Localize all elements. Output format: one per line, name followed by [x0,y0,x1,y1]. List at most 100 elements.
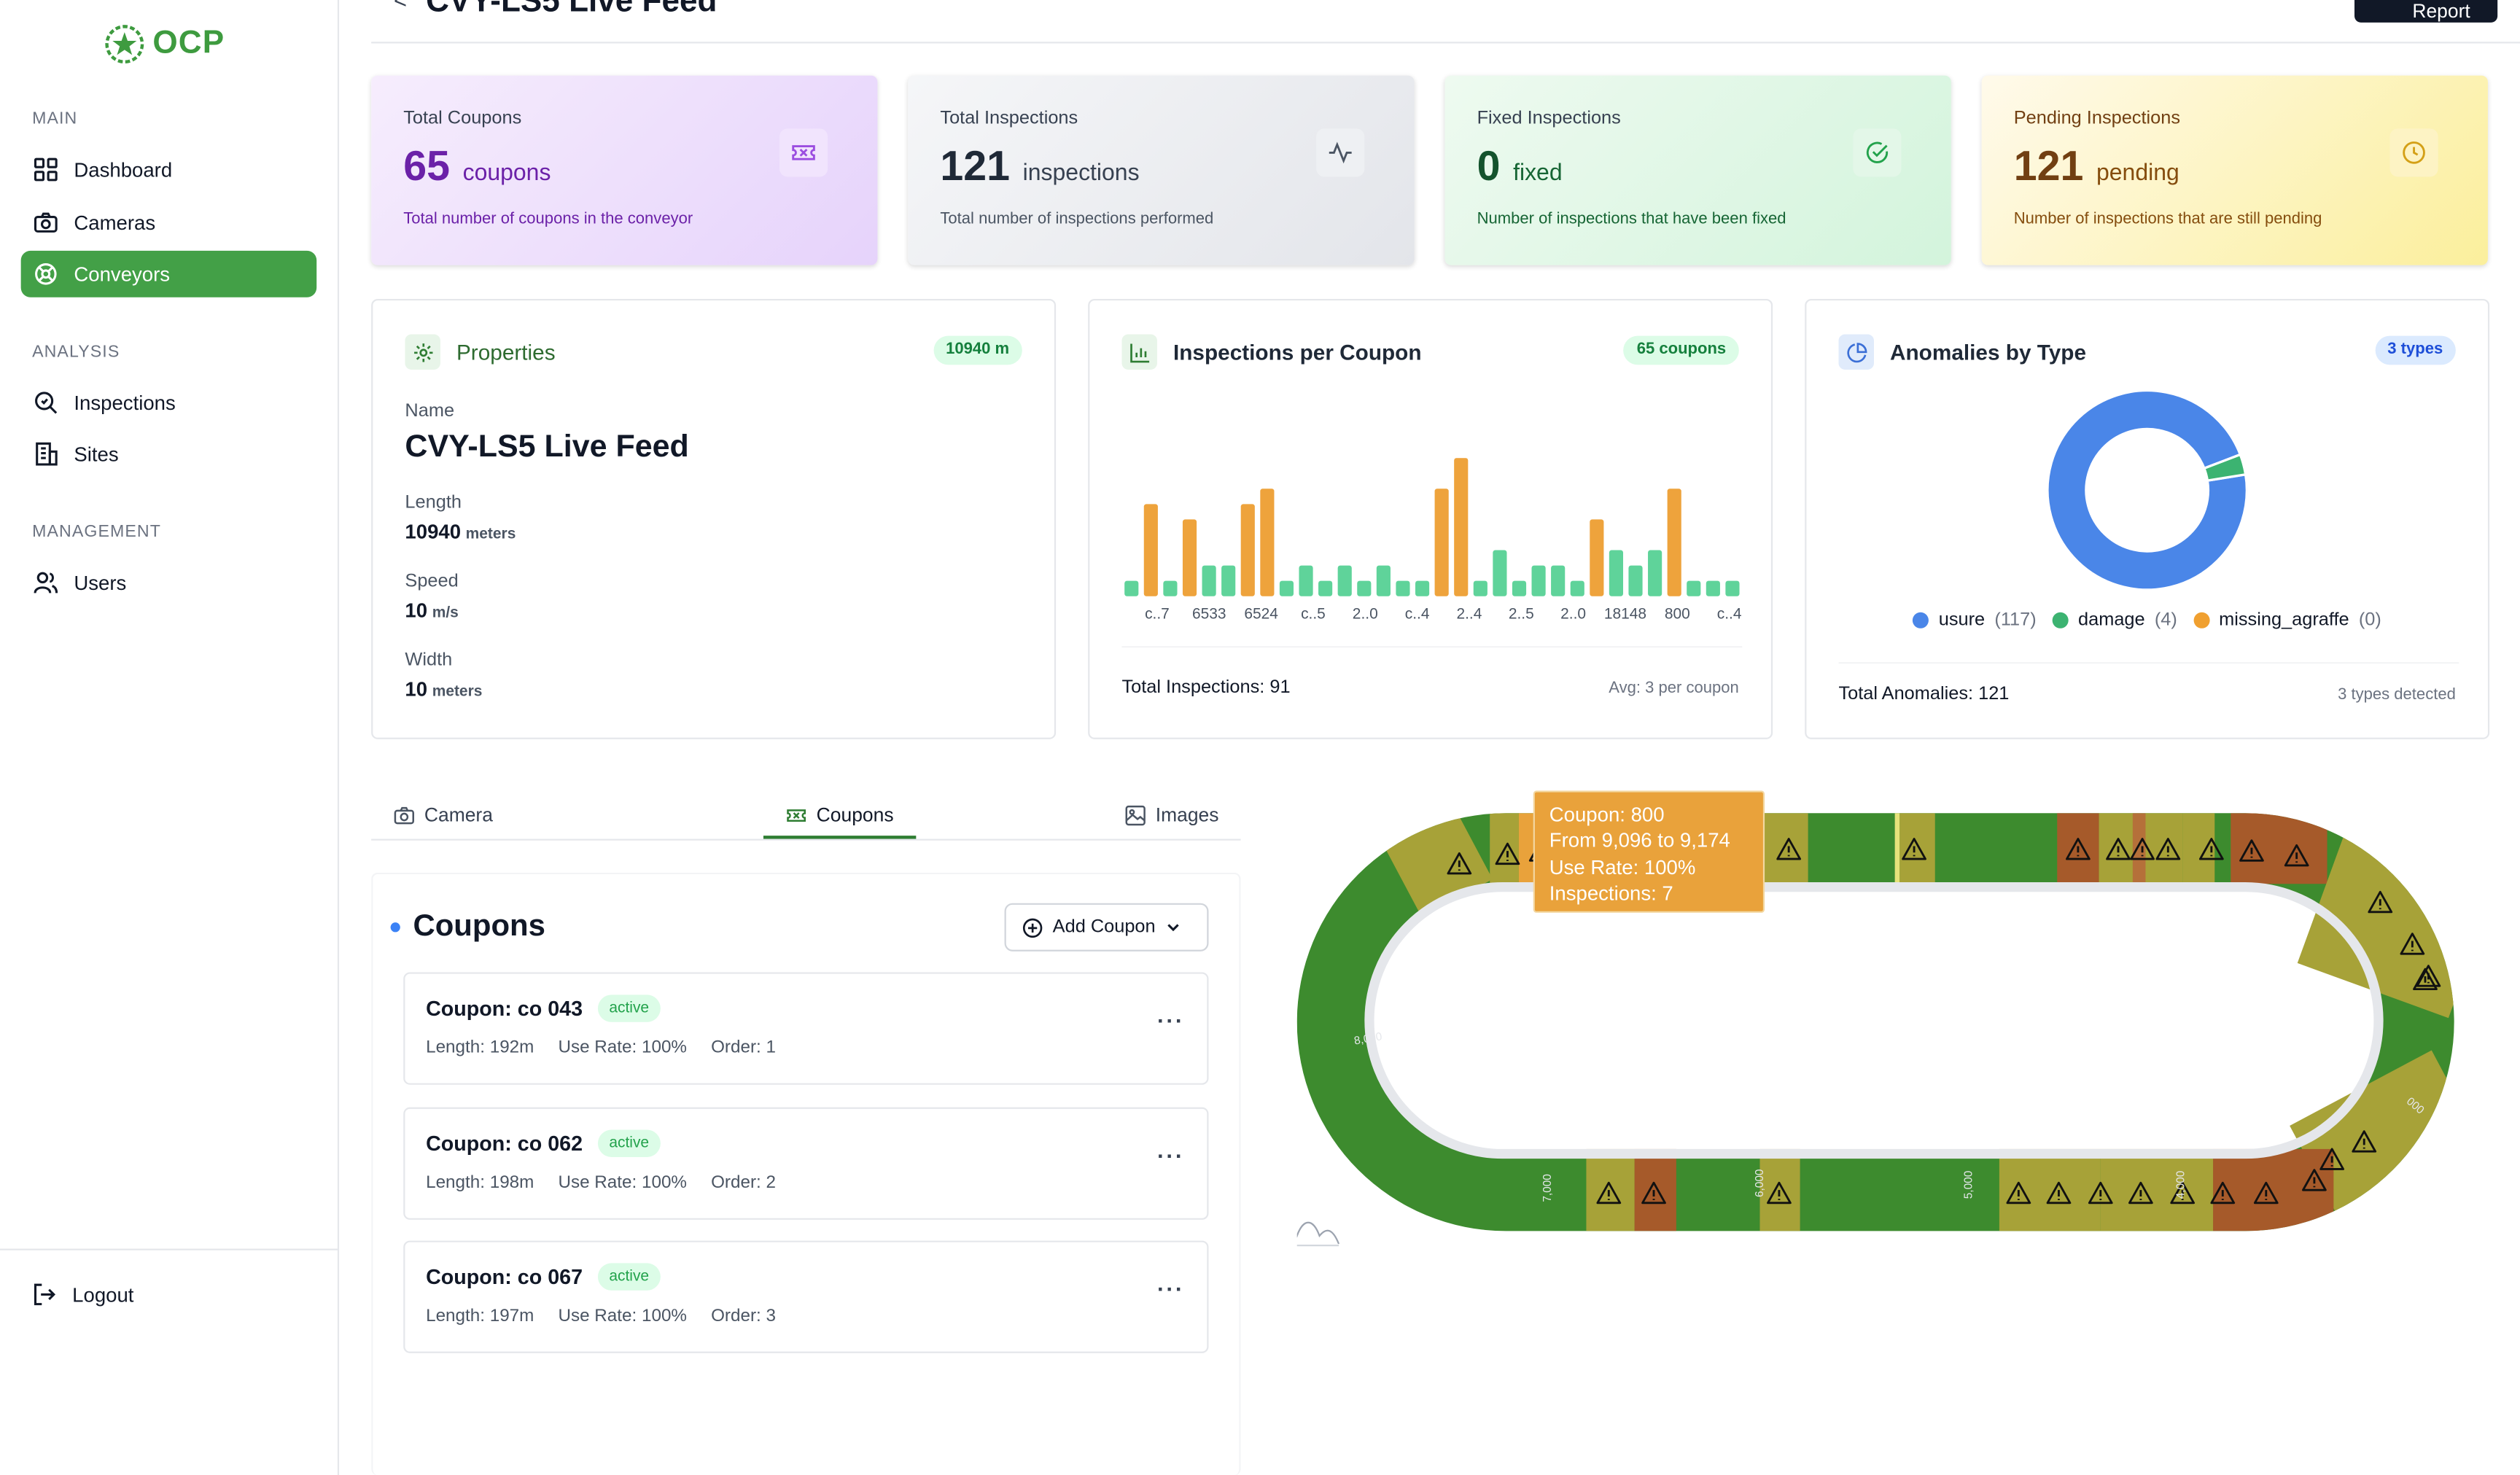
bar[interactable] [1376,565,1391,596]
more-options-icon[interactable]: ··· [1157,1276,1184,1301]
page-title: CVY-LS5 Live Feed [426,0,718,20]
bar[interactable] [1240,504,1255,596]
legend-swatch [1913,612,1929,628]
bar[interactable] [1337,565,1352,596]
coupon-card[interactable]: Coupon: co 067 active Length: 197m Use Ra… [403,1240,1209,1353]
coupon-name: Coupon: co 067 [426,1264,583,1289]
bar[interactable] [1299,565,1313,596]
stat-label: Fixed Inspections [1477,109,1621,129]
coupon-order: Order: 3 [711,1306,777,1326]
conveyor-track[interactable]: 8,000 7,000 6,000 5,000 4,000 000 [1273,787,2494,1269]
legend-name: damage [2078,610,2145,631]
sidebar-item-sites[interactable]: Sites [21,431,317,478]
coupon-order: Order: 2 [711,1172,777,1193]
x-tick-label: 2..5 [1509,606,1534,623]
bar[interactable] [1628,565,1643,596]
coupon-card[interactable]: Coupon: co 062 active Length: 198m Use Ra… [403,1107,1209,1220]
anomalies-donut-chart [2048,390,2247,590]
more-options-icon[interactable]: ··· [1157,1143,1184,1168]
stat-value: 121 [2013,141,2084,190]
bar[interactable] [1454,458,1469,596]
report-button[interactable]: Report [2354,0,2498,23]
bar[interactable] [1163,580,1178,596]
inspections-bar-chart: c..7 6533 6524 c..5 2..0 c..4 2..4 2..5 2..0 1814… [1124,458,1742,623]
sidebar-item-users[interactable]: Users [21,559,317,606]
stat-unit: inspections [1022,160,1140,187]
bar[interactable] [1221,565,1236,596]
name-label: Name [405,402,455,421]
section-management: MANAGEMENT [32,522,161,542]
sidebar-item-dashboard[interactable]: Dashboard [21,147,317,193]
conveyor-track-view[interactable]: 8,000 7,000 6,000 5,000 4,000 000 [1273,787,2494,1269]
dashboard-icon [34,157,58,182]
more-options-icon[interactable]: ··· [1157,1008,1184,1033]
add-coupon-button[interactable]: Add Coupon [1004,903,1209,951]
title-dot [390,922,400,933]
legend-count: (117) [1994,610,2037,631]
building-icon [36,442,58,466]
bar[interactable] [1706,580,1720,596]
bar[interactable] [1318,580,1333,596]
legend-name: usure [1938,610,1986,631]
bar[interactable] [1551,565,1566,596]
sidebar-item-inspections[interactable]: Inspections [21,379,317,426]
bar[interactable] [1493,550,1507,596]
status-badge: active [597,1263,661,1291]
inspections-chart-card: Inspections per Coupon 65 coupons c..7 65… [1088,298,1773,739]
tab-camera[interactable]: Camera [394,803,493,826]
bar[interactable] [1279,580,1294,596]
detail-tabs: Camera Coupons Images [371,793,1241,841]
status-badge: active [597,1129,661,1157]
bar[interactable] [1667,489,1681,596]
bar-chart-icon [1121,334,1157,370]
legend-swatch [2193,612,2209,628]
bar[interactable] [1531,565,1546,596]
bar[interactable] [1725,580,1740,596]
stat-card-pending-inspections: Pending Inspections 121 pending Number of… [1981,75,2488,265]
bar[interactable] [1182,519,1197,596]
tab-coupons[interactable]: Coupons [786,803,894,826]
bar[interactable] [1434,489,1449,596]
camera-icon [34,212,58,233]
bar[interactable] [1260,489,1275,596]
bar[interactable] [1687,580,1701,596]
logo[interactable]: OCP [103,23,225,66]
sidebar-item-conveyors[interactable]: Conveyors [20,250,317,297]
pie-chart-icon [1838,334,1874,370]
pie-slice[interactable] [2048,390,2247,590]
bar[interactable] [1357,580,1372,596]
logout-button[interactable]: Logout [32,1283,133,1307]
card-title: Inspections per Coupon [1172,340,1422,365]
bar[interactable] [1609,550,1624,596]
conveyor-name: CVY-LS5 Live Feed [405,429,689,464]
bar[interactable] [1648,550,1662,596]
stat-card-total-inspections: Total Inspections 121 inspections Total n… [908,75,1415,265]
bar[interactable] [1590,519,1604,596]
back-button[interactable]: < [394,0,407,13]
bar[interactable] [1570,580,1584,596]
bar[interactable] [1473,580,1488,596]
sidebar-item-label: Conveyors [74,262,171,286]
camera-icon [394,806,414,824]
bar[interactable] [1143,504,1158,596]
divider [1121,646,1743,648]
tab-images[interactable]: Images [1125,803,1218,826]
width-value: 10 meters [405,678,482,701]
ticket-icon [787,809,806,821]
coupon-card[interactable]: Coupon: co 043 active Length: 192m Use Ra… [403,972,1209,1085]
bar[interactable] [1396,580,1410,596]
ticket-icon [779,128,828,177]
stat-value: 0 [1477,141,1501,190]
bar[interactable] [1202,565,1216,596]
x-tick-label: 2..4 [1456,606,1482,623]
sidebar-item-cameras[interactable]: Cameras [21,199,317,246]
sidebar-item-label: Cameras [74,211,156,234]
pie-legend: usure (117) damage (4) missing_agraffe (0) [1806,611,2488,630]
plus-circle-icon [1022,917,1043,937]
coupons-badge: 65 coupons [1624,335,1739,365]
coupon-tooltip: Coupon: 800 From 9,096 to 9,174 Use Rate… [1533,790,1765,913]
bar[interactable] [1415,580,1430,596]
bar[interactable] [1124,580,1139,596]
coupon-length: Length: 192m [426,1038,534,1058]
bar[interactable] [1512,580,1527,596]
